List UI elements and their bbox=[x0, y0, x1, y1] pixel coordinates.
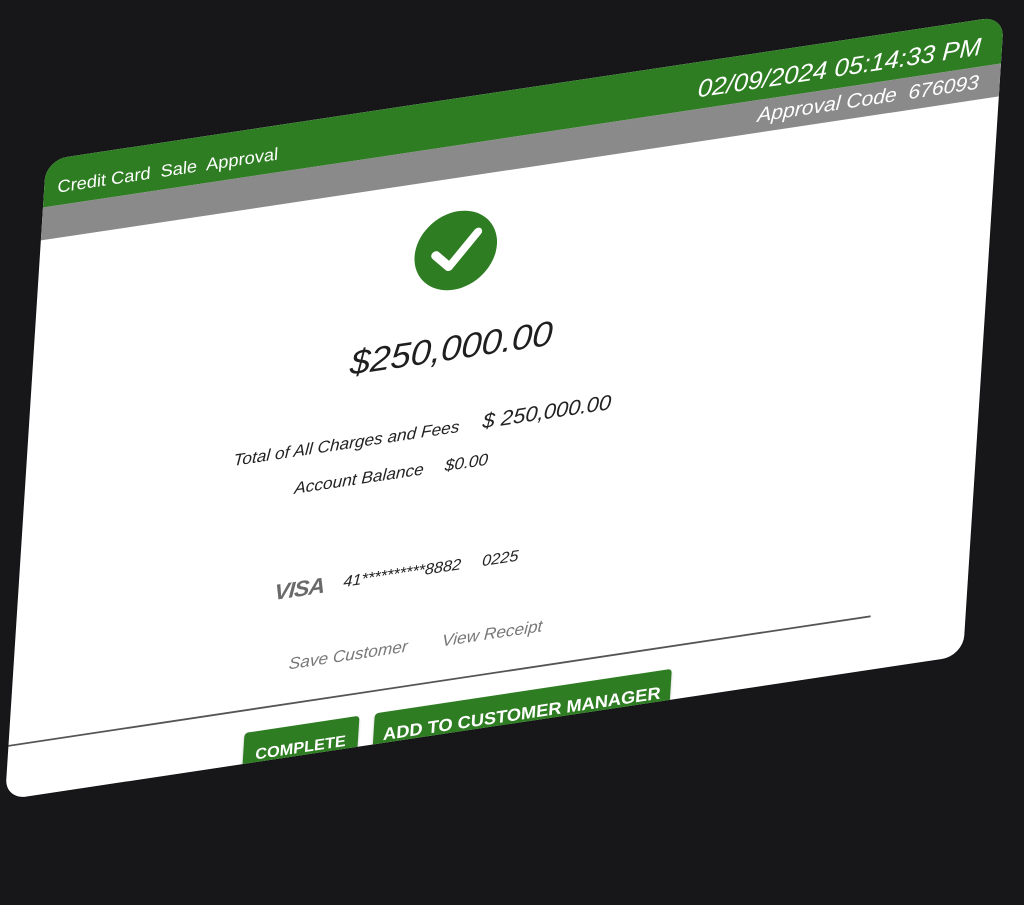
transaction-approval-panel: Credit Card Sale Approval 02/09/2024 05:… bbox=[4, 16, 1005, 800]
visa-logo-icon: VISA bbox=[273, 573, 326, 606]
view-receipt-link[interactable]: View Receipt bbox=[441, 617, 544, 651]
screen: Credit Card Sale Approval 02/09/2024 05:… bbox=[0, 0, 1024, 905]
checkmark-icon bbox=[412, 204, 500, 296]
approval-code-value: 676093 bbox=[907, 70, 980, 104]
total-charges-value: $ 250,000.00 bbox=[481, 389, 613, 434]
approved-amount: $250,000.00 bbox=[348, 314, 554, 384]
account-balance-label: Account Balance bbox=[293, 459, 425, 498]
masked-card-number: 41**********8882 bbox=[342, 555, 462, 591]
account-balance-value: $0.00 bbox=[444, 450, 489, 475]
save-customer-link[interactable]: Save Customer bbox=[288, 637, 408, 674]
payment-card-info: VISA 41**********8882 0225 bbox=[274, 544, 520, 606]
card-expiry: 0225 bbox=[481, 546, 520, 570]
complete-button[interactable]: COMPLETE bbox=[241, 715, 360, 781]
